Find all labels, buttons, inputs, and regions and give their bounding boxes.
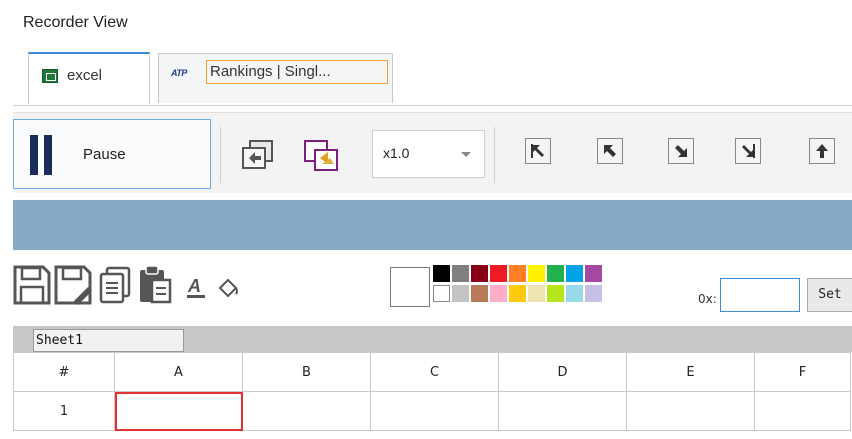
color-swatch[interactable]: [566, 265, 583, 282]
window-title: Recorder View: [23, 14, 128, 31]
tab-strip: excel ATP Rankings | Singl...: [13, 50, 852, 106]
color-swatch[interactable]: [528, 285, 545, 302]
column-header-c[interactable]: C: [370, 352, 499, 392]
row-header-1[interactable]: 1: [13, 391, 115, 431]
save-as-icon[interactable]: [54, 265, 94, 310]
pause-icon: [30, 135, 38, 175]
move-top-left-icon[interactable]: [525, 138, 551, 164]
cell-b1[interactable]: [242, 391, 371, 431]
tab-label: Rankings | Singl...: [206, 60, 388, 84]
color-swatch[interactable]: [509, 285, 526, 302]
toolbar-divider: [494, 127, 495, 183]
cell-d1[interactable]: [498, 391, 627, 431]
chevron-down-icon: [461, 152, 471, 157]
paste-icon[interactable]: [138, 264, 172, 309]
column-header-d[interactable]: D: [498, 352, 627, 392]
color-swatch[interactable]: [433, 265, 450, 282]
format-toolbar: A 0x: Set: [13, 262, 852, 324]
column-header-f[interactable]: F: [754, 352, 851, 392]
font-color-glyph: A: [187, 276, 201, 296]
speed-value: x1.0: [383, 145, 410, 161]
color-swatch[interactable]: [547, 285, 564, 302]
save-icon[interactable]: [13, 265, 51, 310]
color-swatch[interactable]: [490, 285, 507, 302]
speed-select[interactable]: x1.0: [372, 130, 485, 178]
color-swatch[interactable]: [490, 265, 507, 282]
color-swatch[interactable]: [528, 265, 545, 282]
pause-button[interactable]: Pause: [13, 119, 211, 189]
color-swatch[interactable]: [509, 265, 526, 282]
restore-icon[interactable]: [241, 140, 275, 175]
cell-e1[interactable]: [626, 391, 755, 431]
pause-label: Pause: [83, 146, 126, 163]
excel-icon: [42, 69, 58, 83]
color-swatch[interactable]: [452, 285, 469, 302]
current-color-swatch[interactable]: [390, 267, 430, 307]
recorder-toolbar: Pause x1.0: [13, 112, 852, 193]
color-swatch[interactable]: [471, 265, 488, 282]
corner-header: #: [13, 352, 115, 392]
tab-excel[interactable]: excel: [28, 52, 150, 104]
hex-color-input[interactable]: [720, 278, 800, 312]
sheet-tab[interactable]: Sheet1: [33, 329, 184, 352]
color-swatch[interactable]: [471, 285, 488, 302]
color-swatch[interactable]: [433, 285, 450, 302]
spreadsheet-grid: # A B C D E F 1: [13, 352, 851, 431]
cell-a1[interactable]: [114, 391, 243, 431]
table-row: 1: [13, 391, 851, 431]
font-color-icon[interactable]: A: [185, 276, 209, 305]
sheet-tab-bar: Sheet1: [13, 326, 852, 352]
color-swatch[interactable]: [585, 265, 602, 282]
move-up-icon[interactable]: [809, 138, 835, 164]
move-up-left-icon[interactable]: [597, 138, 623, 164]
color-swatch[interactable]: [566, 285, 583, 302]
column-header-b[interactable]: B: [242, 352, 371, 392]
status-bar: [13, 200, 852, 250]
hex-label: 0x:: [698, 292, 717, 306]
fill-color-icon[interactable]: [216, 276, 240, 305]
color-swatch[interactable]: [585, 285, 602, 302]
tab-rankings[interactable]: ATP Rankings | Singl...: [158, 53, 393, 103]
column-header-a[interactable]: A: [114, 352, 243, 392]
move-bottom-right-icon[interactable]: [735, 138, 761, 164]
color-swatch[interactable]: [452, 265, 469, 282]
cell-f1[interactable]: [754, 391, 851, 431]
snapshot-icon[interactable]: [304, 140, 340, 177]
atp-icon: ATP: [171, 68, 187, 78]
toolbar-divider: [220, 127, 221, 183]
tab-label: excel: [67, 67, 103, 84]
column-header-row: # A B C D E F: [13, 352, 851, 392]
cell-c1[interactable]: [370, 391, 499, 431]
copy-icon[interactable]: [99, 266, 133, 309]
column-header-e[interactable]: E: [626, 352, 755, 392]
move-down-right-icon[interactable]: [668, 138, 694, 164]
set-color-button[interactable]: Set: [807, 278, 852, 312]
color-swatch[interactable]: [547, 265, 564, 282]
